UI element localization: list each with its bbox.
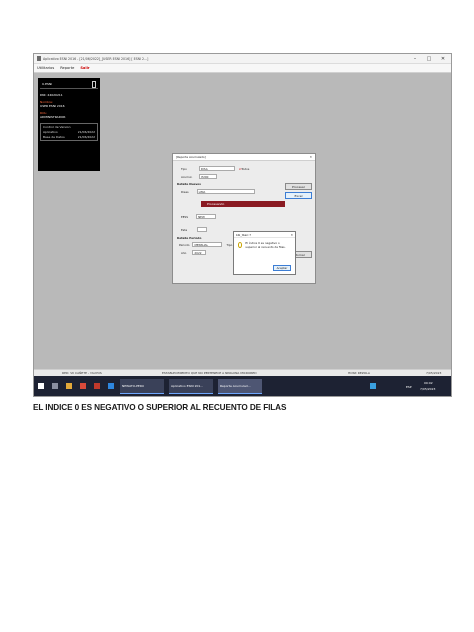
maximize-button[interactable]: □ — [423, 54, 435, 64]
aplicativo-value: 21/06/2022 — [77, 130, 95, 134]
anio-select[interactable]: 2022 — [192, 250, 207, 255]
anio-row: Año 2022 — [181, 250, 207, 255]
menu-bar: Utilitarios Reporte Salir — [34, 64, 451, 73]
report-dialog-close-icon[interactable]: ✕ — [310, 155, 312, 159]
acumulado-row: Acumul. E200 — [181, 174, 218, 179]
message-close-icon[interactable]: ✕ — [291, 233, 293, 237]
detalle-nuevos-heading: Detalle Nuevos — [177, 182, 201, 186]
tipo-row: Tipo DISA ☑ Todos — [181, 166, 249, 171]
app-icon — [37, 56, 41, 61]
message-body: El índice 0 es negativo o superior al re… — [234, 238, 295, 252]
screenshot: Aplicativo ESNI 2016 - [21/06/2022]_[USE… — [33, 53, 452, 397]
disa-select[interactable]: LIMA — [196, 189, 255, 194]
window-title: Aplicativo ESNI 2016 - [21/06/2022]_[USE… — [43, 56, 149, 61]
clock-time: 09:02 — [424, 381, 433, 385]
procesar-button[interactable]: Procesar — [285, 183, 312, 190]
error-message-box: bbl_tbarr.7 ✕ El índice 0 es negativo o … — [233, 231, 296, 275]
esta-label: Esta — [181, 227, 188, 232]
nombre-value: USER ESNI 2016 — [40, 104, 65, 108]
user-panel-header: U.ESNI — [40, 80, 98, 89]
disa-label: Disas — [181, 189, 189, 194]
message-text: El índice 0 es negativo o superior al re… — [245, 241, 286, 249]
username: U.ESNI — [42, 82, 53, 86]
esta-row: Esta — [181, 227, 208, 232]
taskbar: NEWATO-PERU Aplicativo ESNI 201... Repor… — [34, 376, 451, 396]
acumulado-field[interactable]: E200 — [199, 174, 218, 179]
menu-utilitarios[interactable]: Utilitarios — [37, 66, 54, 70]
taskbar-item-aplicativo[interactable]: Aplicativo ESNI 201... — [169, 379, 213, 394]
rol-value: ADMINISTRADOR — [40, 115, 66, 119]
tray-icon[interactable] — [370, 383, 376, 389]
periodo-select[interactable]: MENSUAL — [192, 242, 223, 247]
app-workspace: U.ESNI DNI: 44020211 Nombre: USER ESNI 2… — [34, 73, 451, 369]
acumulado-label: Acumul. — [181, 174, 193, 179]
panel-toggle[interactable] — [92, 80, 96, 88]
tipo2-label: Tipo — [226, 242, 233, 247]
anio-label: Año — [181, 250, 187, 255]
dni-label: DNI: — [40, 93, 47, 97]
menu-reporte[interactable]: Reporte — [60, 66, 74, 70]
window-titlebar: Aplicativo ESNI 2016 - [21/06/2022]_[USE… — [34, 54, 451, 64]
disa-row: Disas LIMA — [181, 189, 255, 194]
report-dialog-title: [Reporte Acumulado] — [176, 155, 206, 159]
page-caption: EL INDICE 0 ES NEGATIVO O SUPERIOR AL RE… — [33, 403, 287, 412]
file-explorer-icon[interactable] — [66, 383, 72, 389]
start-icon[interactable] — [38, 383, 44, 389]
todos-label: Todos — [241, 166, 250, 171]
detalle-periodo-heading: Detalle Periodo — [177, 236, 202, 240]
version-control: Control de Version Aplicativo 21/06/2022 … — [40, 123, 98, 141]
status-bar: RED: VII CAÑETE - YAUYOS ESTABLECIMIENTO… — [34, 369, 451, 376]
taskbar-item-reporte[interactable]: Reporte Acumulad... — [218, 379, 262, 394]
excel-button[interactable]: Excel — [285, 192, 312, 199]
browser-icon[interactable] — [80, 383, 86, 389]
close-button[interactable]: ✕ — [437, 54, 449, 64]
language-indicator[interactable]: ESP — [406, 385, 412, 389]
eess-label: EESS — [181, 214, 189, 219]
minimize-button[interactable]: – — [409, 54, 421, 64]
user-panel: U.ESNI DNI: 44020211 Nombre: USER ESNI 2… — [38, 78, 100, 171]
esta-field[interactable] — [197, 227, 208, 232]
tipo-label: Tipo — [181, 166, 187, 171]
message-title: bbl_tbarr.7 — [236, 233, 251, 237]
version-control-title: Control de Version — [43, 125, 71, 129]
base-value: 21/06/2022 — [77, 135, 95, 139]
aceptar-button[interactable]: Aceptar — [273, 265, 291, 271]
eess-field[interactable]: NEW — [196, 214, 217, 219]
clock-date: 7/05/2023 — [420, 387, 436, 391]
aplicativo-label: Aplicativo — [43, 130, 58, 134]
processing-bar: Procesando — [201, 201, 285, 207]
word-icon[interactable] — [108, 383, 114, 389]
taskbar-item-newato[interactable]: NEWATO-PERU — [120, 379, 164, 394]
menu-salir[interactable]: Salir — [80, 66, 89, 70]
periodo-label: Periodo — [179, 242, 190, 247]
base-label: Base de Datos — [43, 135, 65, 139]
tipo-select[interactable]: DISA — [198, 166, 235, 171]
eess-row: EESS NEW — [181, 214, 217, 219]
warning-icon — [238, 242, 243, 248]
pdf-icon[interactable] — [94, 383, 100, 389]
search-icon[interactable] — [52, 383, 58, 389]
dni-value: 44020211 — [47, 93, 63, 97]
report-dialog-titlebar: [Reporte Acumulado] ✕ — [173, 154, 315, 161]
